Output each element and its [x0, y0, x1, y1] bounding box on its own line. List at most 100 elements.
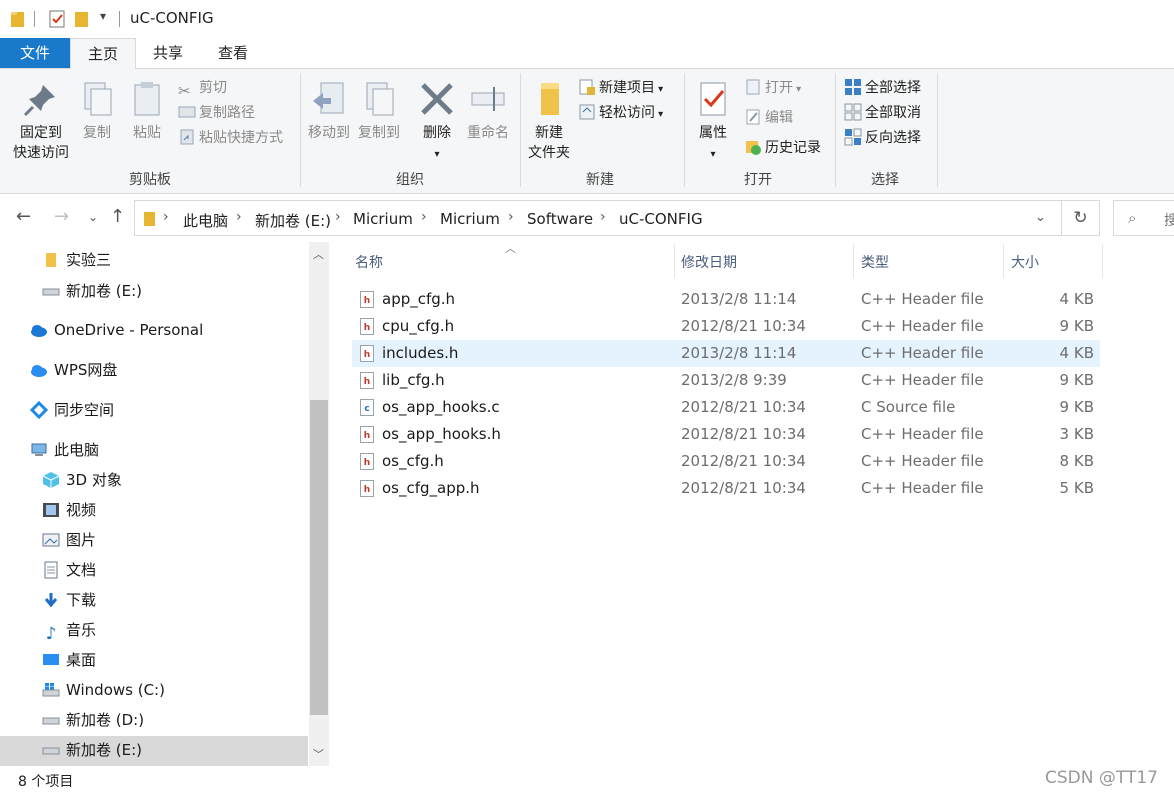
- nav-item-drive-e-quick[interactable]: 新加卷 (E:): [42, 277, 142, 305]
- file-row[interactable]: h os_cfg.h 2012/8/21 10:34 C++ Header file 8…: [352, 448, 1100, 475]
- open-button[interactable]: 打开 ▾: [744, 77, 801, 99]
- nav-item-lab3[interactable]: 实验三: [42, 246, 111, 274]
- nav-item-wps-drive[interactable]: WPS网盘: [30, 356, 117, 384]
- column-header-date[interactable]: 修改日期: [681, 252, 737, 272]
- scroll-down-icon[interactable]: ﹀: [313, 746, 324, 762]
- nav-item-desktop[interactable]: 桌面: [42, 646, 96, 674]
- new-folder-button[interactable]: 新建 文件夹: [524, 79, 574, 163]
- forward-arrow-icon[interactable]: →: [54, 206, 69, 227]
- select-all-button[interactable]: 全部选择: [844, 77, 921, 99]
- file-date: 2012/8/21 10:34: [681, 425, 806, 443]
- c-source-file-icon: c: [360, 399, 374, 416]
- search-box[interactable]: ⌕ 搜: [1113, 200, 1174, 236]
- cube-3d-icon: [42, 472, 60, 488]
- file-name[interactable]: app_cfg.h: [382, 290, 455, 308]
- file-row[interactable]: h os_cfg_app.h 2012/8/21 10:34 C++ Header f…: [352, 475, 1100, 502]
- delete-button[interactable]: 删除 ▾: [416, 79, 458, 165]
- breadcrumb-micrium-1[interactable]: Micrium: [353, 210, 413, 228]
- svg-text:h: h: [364, 296, 370, 306]
- column-divider[interactable]: [674, 244, 675, 278]
- file-row[interactable]: h os_app_hooks.h 2012/8/21 10:34 C++ Header…: [352, 421, 1100, 448]
- nav-item-downloads[interactable]: 下载: [42, 586, 96, 614]
- up-arrow-icon[interactable]: ↑: [110, 206, 125, 227]
- nav-item-videos[interactable]: 视频: [42, 496, 96, 524]
- paste-button[interactable]: 粘贴: [124, 79, 170, 143]
- address-dropdown-chevron-icon[interactable]: ⌄: [1035, 210, 1046, 225]
- recent-locations-chevron-icon[interactable]: ⌄: [88, 210, 98, 224]
- move-to-label: 移动到: [308, 125, 350, 141]
- nav-item-drive-e[interactable]: 新加卷 (E:): [42, 736, 142, 764]
- file-row[interactable]: h app_cfg.h 2013/2/8 11:14 C++ Header file 4…: [352, 286, 1100, 313]
- cut-button[interactable]: ✂ 剪切: [178, 77, 227, 100]
- invert-selection-button[interactable]: 反向选择: [844, 127, 921, 149]
- nav-label: 3D 对象: [66, 471, 122, 489]
- new-item-button[interactable]: 新建项目 ▾: [578, 77, 663, 99]
- file-name[interactable]: cpu_cfg.h: [382, 317, 454, 335]
- column-divider[interactable]: [1003, 244, 1004, 278]
- refresh-icon[interactable]: ↻: [1062, 200, 1100, 236]
- file-row[interactable]: h lib_cfg.h 2013/2/8 9:39 C++ Header file 9 …: [352, 367, 1100, 394]
- column-header-name[interactable]: 名称: [355, 252, 383, 272]
- file-row[interactable]: h includes.h 2013/2/8 11:14 C++ Header file…: [352, 340, 1100, 367]
- tab-share[interactable]: 共享: [136, 38, 200, 68]
- file-row[interactable]: h cpu_cfg.h 2012/8/21 10:34 C++ Header file…: [352, 313, 1100, 340]
- column-divider[interactable]: [853, 244, 854, 278]
- file-row[interactable]: c os_app_hooks.c 2012/8/21 10:34 C Source f…: [352, 394, 1100, 421]
- back-arrow-icon[interactable]: ←: [16, 206, 31, 227]
- nav-item-pictures[interactable]: 图片: [42, 526, 96, 554]
- nav-scrollbar-thumb[interactable]: [310, 400, 328, 715]
- tab-home[interactable]: 主页: [70, 38, 136, 69]
- column-header-size[interactable]: 大小: [1011, 252, 1039, 272]
- scroll-up-icon[interactable]: ︿: [313, 246, 324, 262]
- breadcrumb-drive-e[interactable]: 新加卷 (E:): [255, 210, 331, 231]
- copy-to-button[interactable]: 复制到: [356, 79, 402, 143]
- film-icon: [43, 503, 59, 517]
- file-name[interactable]: os_cfg_app.h: [382, 479, 480, 497]
- pin-to-quick-access-button[interactable]: 固定到 快速访问: [6, 79, 76, 163]
- breadcrumb-this-pc[interactable]: 此电脑: [183, 210, 228, 231]
- nav-item-sync-space[interactable]: 同步空间: [30, 396, 114, 424]
- properties-icon[interactable]: [48, 9, 66, 29]
- folder-icon: [11, 12, 24, 27]
- nav-item-documents[interactable]: 文档: [42, 556, 96, 584]
- copy-path-button[interactable]: 复制路径: [178, 102, 255, 124]
- file-name[interactable]: includes.h: [382, 344, 458, 362]
- edit-icon: [746, 109, 760, 125]
- breadcrumb-uc-config[interactable]: uC-CONFIG: [619, 210, 703, 228]
- select-none-button[interactable]: 全部取消: [844, 102, 921, 124]
- search-input[interactable]: 搜: [1164, 210, 1174, 230]
- tab-view[interactable]: 查看: [201, 38, 265, 68]
- file-name[interactable]: os_app_hooks.h: [382, 425, 501, 443]
- nav-item-drive-c[interactable]: Windows (C:): [42, 676, 165, 704]
- properties-button[interactable]: 属性 ▾: [690, 79, 736, 165]
- file-name[interactable]: os_app_hooks.c: [382, 398, 500, 416]
- file-name[interactable]: os_cfg.h: [382, 452, 444, 470]
- edit-button[interactable]: 编辑: [744, 107, 793, 129]
- easy-access-button[interactable]: 轻松访问 ▾: [578, 102, 663, 124]
- column-divider[interactable]: [1102, 244, 1103, 278]
- column-header-type[interactable]: 类型: [861, 252, 889, 272]
- paste-shortcut-button[interactable]: 粘贴快捷方式: [178, 127, 283, 149]
- nav-item-3d-objects[interactable]: 3D 对象: [42, 466, 122, 494]
- new-folder-icon[interactable]: [74, 9, 90, 29]
- nav-item-music[interactable]: ♪ 音乐: [42, 616, 96, 644]
- file-type: C++ Header file: [861, 479, 984, 497]
- nav-item-drive-d[interactable]: 新加卷 (D:): [42, 706, 144, 734]
- tab-file[interactable]: 文件: [0, 38, 70, 68]
- file-name[interactable]: lib_cfg.h: [382, 371, 445, 389]
- copy-button[interactable]: 复制: [76, 79, 118, 143]
- breadcrumb-software[interactable]: Software: [527, 210, 593, 228]
- wps-cloud-icon: [31, 365, 47, 377]
- customize-quick-access-icon[interactable]: ▾: [100, 9, 106, 29]
- nav-item-onedrive[interactable]: OneDrive - Personal: [30, 316, 203, 344]
- nav-label: OneDrive - Personal: [54, 321, 204, 339]
- group-label-new: 新建: [586, 172, 614, 188]
- cpp-header-file-icon: h: [360, 345, 374, 362]
- rename-button[interactable]: 重命名: [464, 79, 512, 143]
- history-button[interactable]: 历史记录: [744, 137, 821, 159]
- move-to-button[interactable]: 移动到: [306, 79, 352, 143]
- breadcrumb-micrium-2[interactable]: Micrium: [440, 210, 500, 228]
- nav-item-this-pc[interactable]: 此电脑: [30, 436, 99, 464]
- address-bar[interactable]: › 此电脑 › 新加卷 (E:) › Micrium › Micrium › S…: [134, 200, 1062, 236]
- edit-label: 编辑: [765, 110, 793, 126]
